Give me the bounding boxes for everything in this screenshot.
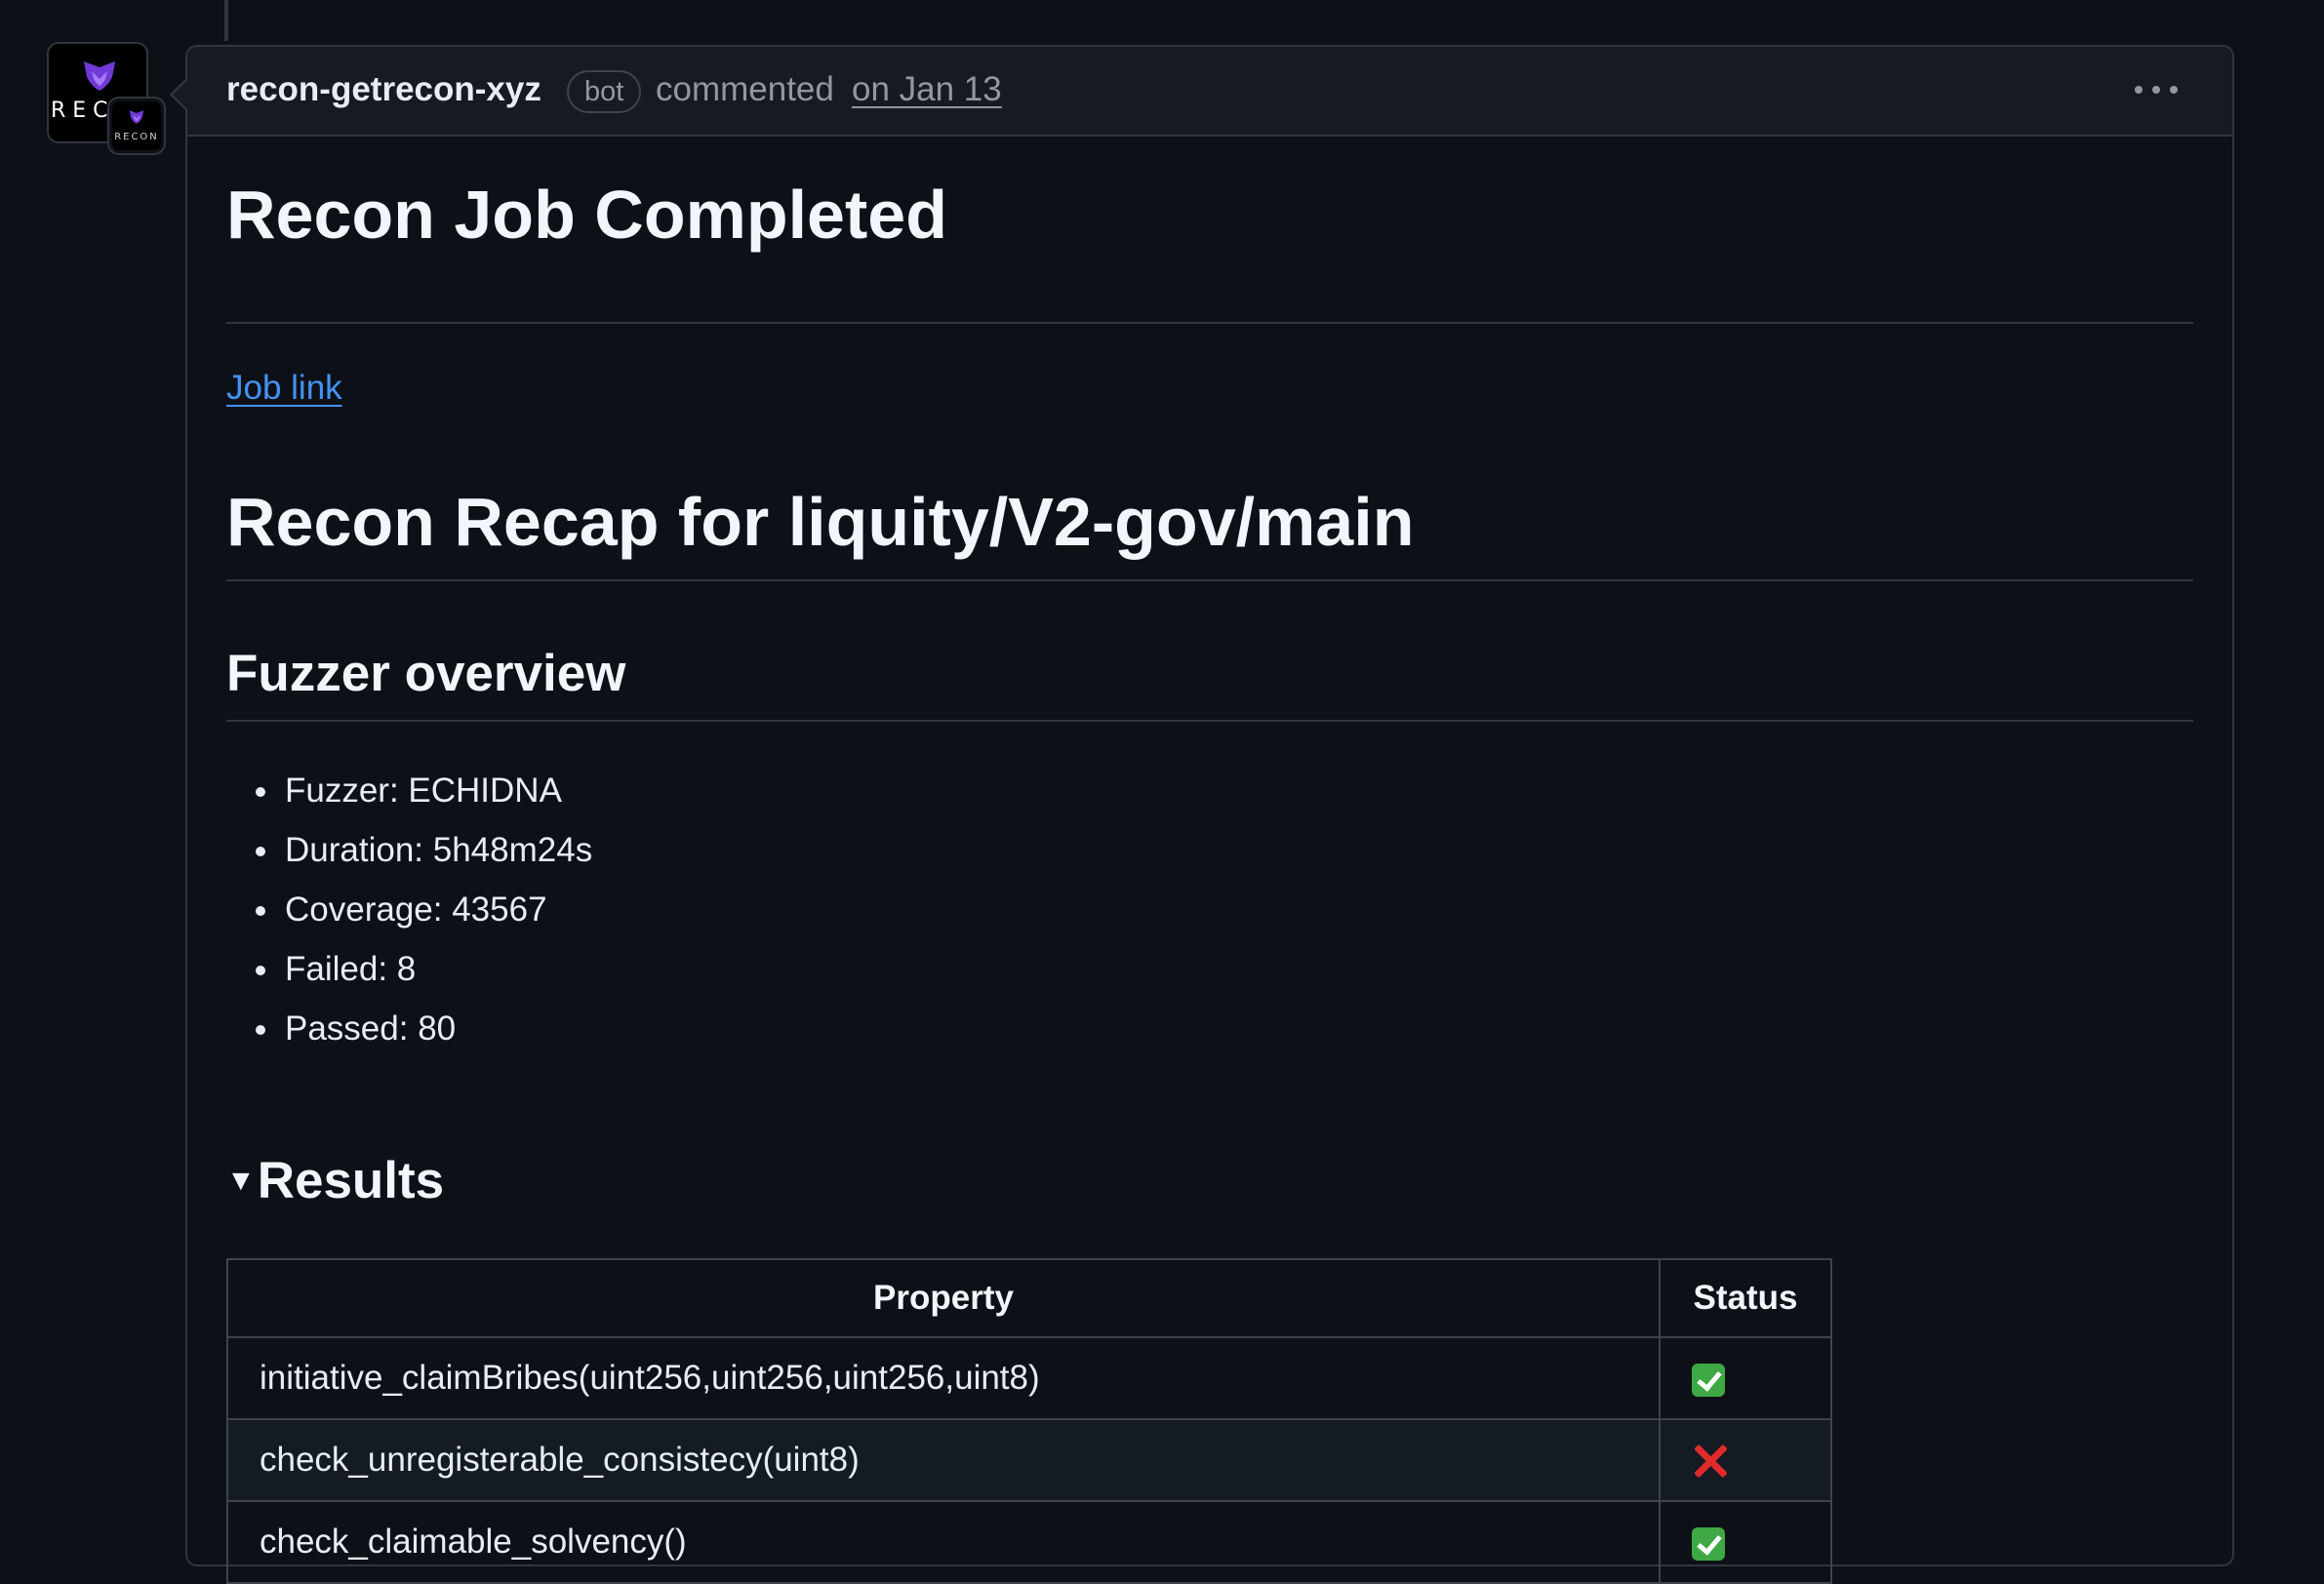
check-mark-icon	[1692, 1526, 1725, 1561]
list-item: Coverage: 43567	[255, 880, 592, 939]
author-link[interactable]: recon-getrecon-xyz	[226, 70, 541, 109]
results-title: Results	[257, 1152, 445, 1209]
list-item: Failed: 8	[255, 939, 592, 999]
heading-divider	[226, 579, 2193, 581]
app-badge-avatar[interactable]: RECON	[109, 99, 164, 153]
property-cell: check_unregisterable_consistecy(uint8)	[226, 1418, 1661, 1502]
comment-box: recon-getrecon-xyz bot commented on Jan …	[185, 45, 2234, 1584]
timeline-line	[224, 0, 228, 41]
heading-divider	[226, 720, 2193, 722]
column-header-status: Status	[1659, 1258, 1832, 1338]
list-item: Passed: 80	[255, 999, 592, 1058]
results-summary-toggle[interactable]: ▼Results	[226, 1151, 444, 1210]
property-cell: check_claimable_solvency()	[226, 1500, 1661, 1584]
dot	[2135, 86, 2143, 94]
table-row: initiative_claimBribes(uint256,uint256,u…	[226, 1336, 1832, 1420]
comment-pointer-inner	[173, 80, 187, 109]
avatar-small-text: RECON	[114, 132, 159, 142]
dot	[2152, 86, 2160, 94]
column-header-property: Property	[226, 1258, 1661, 1338]
job-title: Recon Job Completed	[226, 177, 947, 253]
status-cell	[1659, 1336, 1832, 1420]
fuzzer-overview-list: Fuzzer: ECHIDNA Duration: 5h48m24s Cover…	[226, 761, 592, 1058]
comment-header: recon-getrecon-xyz bot commented on Jan …	[187, 47, 2232, 137]
results-table: Property Status initiative_claimBribes(u…	[226, 1258, 1832, 1584]
heading-divider	[226, 322, 2193, 324]
comment-action: commented	[656, 70, 834, 108]
list-item: Duration: 5h48m24s	[255, 820, 592, 880]
shield-logo-icon	[129, 110, 144, 124]
shield-logo-icon	[84, 61, 115, 91]
status-cell	[1659, 1418, 1832, 1502]
overview-title: Fuzzer overview	[226, 645, 626, 702]
job-link[interactable]: Job link	[226, 369, 342, 408]
table-header-row: Property Status	[226, 1258, 1832, 1338]
comment-date-link[interactable]: on Jan 13	[852, 70, 1002, 109]
dot	[2170, 86, 2178, 94]
table-row: check_unregisterable_consistecy(uint8)	[226, 1418, 1832, 1502]
cross-mark-icon	[1692, 1443, 1729, 1480]
bot-badge: bot	[567, 70, 642, 113]
recap-title: Recon Recap for liquity/V2-gov/main	[226, 484, 1415, 560]
status-cell	[1659, 1500, 1832, 1584]
table-row: check_claimable_solvency()	[226, 1500, 1832, 1584]
kebab-horizontal-icon[interactable]	[2135, 84, 2178, 96]
list-item: Fuzzer: ECHIDNA	[255, 761, 592, 820]
triangle-down-icon: ▼	[226, 1164, 256, 1197]
check-mark-icon	[1692, 1363, 1725, 1397]
property-cell: initiative_claimBribes(uint256,uint256,u…	[226, 1336, 1661, 1420]
